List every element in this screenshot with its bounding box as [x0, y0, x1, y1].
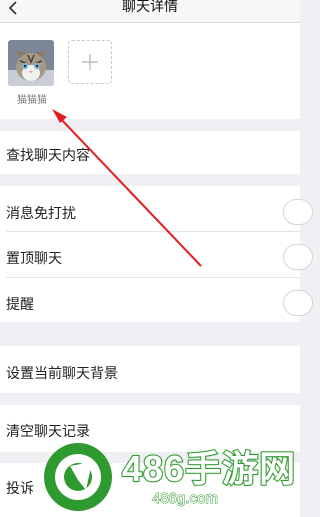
remind-toggle[interactable]	[283, 290, 313, 316]
cat-avatar[interactable]	[8, 40, 54, 86]
search-chat-row[interactable]: 查找聊天内容	[0, 131, 300, 174]
pin-label: 置顶聊天	[6, 251, 62, 267]
watermark-logo	[44, 443, 112, 511]
watermark: 486手游网 486g.com	[40, 438, 302, 517]
nav-bar: 聊天详情	[0, 0, 300, 23]
search-chat-label: 查找聊天内容	[6, 148, 90, 164]
divider	[6, 277, 300, 278]
pin-toggle[interactable]	[283, 244, 313, 270]
member-name: 猫猫猫	[17, 95, 47, 106]
divider	[6, 231, 300, 232]
set-background-row[interactable]: 设置当前聊天背景	[0, 346, 300, 393]
watermark-url: 486g.com	[152, 490, 219, 508]
plus-icon	[82, 54, 98, 70]
remind-label: 提醒	[6, 297, 34, 313]
watermark-text: 486手游网	[121, 447, 297, 490]
page-title: 聊天详情	[122, 0, 178, 15]
report-label: 投诉	[6, 481, 34, 497]
notification-group: 消息免打扰 置顶聊天 提醒	[0, 186, 313, 322]
mute-toggle[interactable]	[283, 199, 313, 225]
add-member-button[interactable]	[68, 40, 112, 84]
set-background-label: 设置当前聊天背景	[6, 366, 118, 382]
mute-label: 消息免打扰	[6, 206, 76, 222]
member-panel: 猫猫猫	[0, 23, 300, 119]
